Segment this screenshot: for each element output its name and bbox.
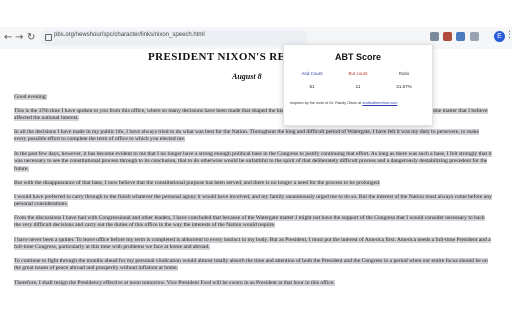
extension-icon[interactable] [430, 32, 439, 41]
lock-icon [45, 34, 52, 41]
paragraph: To continue to fight through the months … [14, 258, 488, 272]
page-subtitle: August 8 [232, 72, 262, 81]
paragraph: I have never been a quitter. To leave of… [14, 237, 491, 251]
credit-text: Inspired by the work of Dr. Randy Olson … [290, 101, 362, 105]
sidebar-icon[interactable] [470, 32, 479, 41]
more-menu-icon[interactable]: ⋮ [505, 30, 512, 40]
arrow-right-icon[interactable]: → [15, 31, 23, 45]
paragraph: From the discussions I have had with Con… [14, 215, 485, 229]
puzzle-icon[interactable] [456, 32, 465, 41]
ratio-label: Ratio [398, 71, 410, 76]
credit-link[interactable]: andbuttherefore.com [362, 101, 397, 105]
but-count-value: 11 [355, 84, 361, 89]
page-title: PRESIDENT NIXON'S RE [148, 51, 286, 63]
arrow-left-icon[interactable]: ← [4, 31, 12, 45]
abt-extension-icon[interactable] [443, 32, 452, 41]
popup-credit: Inspired by the work of Dr. Randy Olson … [290, 101, 397, 105]
reload-icon[interactable]: ↻ [27, 31, 35, 45]
paragraph: In the past few days, however, it has be… [14, 151, 492, 172]
abt-score-popup: ABT Score And Count But count Ratio 51 1… [283, 44, 433, 126]
paragraph: I would have preferred to carry through … [14, 194, 492, 208]
paragraph: But with the disappearance of that base,… [14, 180, 381, 186]
paragraph: Therefore, I shall resign the Presidency… [14, 280, 335, 286]
avatar[interactable]: E [494, 31, 505, 42]
url-text[interactable]: pbs.org/newshour/spc/character/links/nix… [54, 32, 205, 38]
and-count-value: 51 [309, 84, 315, 89]
ratio-value: 21.57% [396, 84, 412, 89]
and-count-label: And Count [301, 71, 323, 76]
but-count-label: But count [348, 71, 368, 76]
paragraph: In all the decisions I have made in my p… [14, 129, 479, 143]
popup-title: ABT Score [334, 52, 381, 62]
